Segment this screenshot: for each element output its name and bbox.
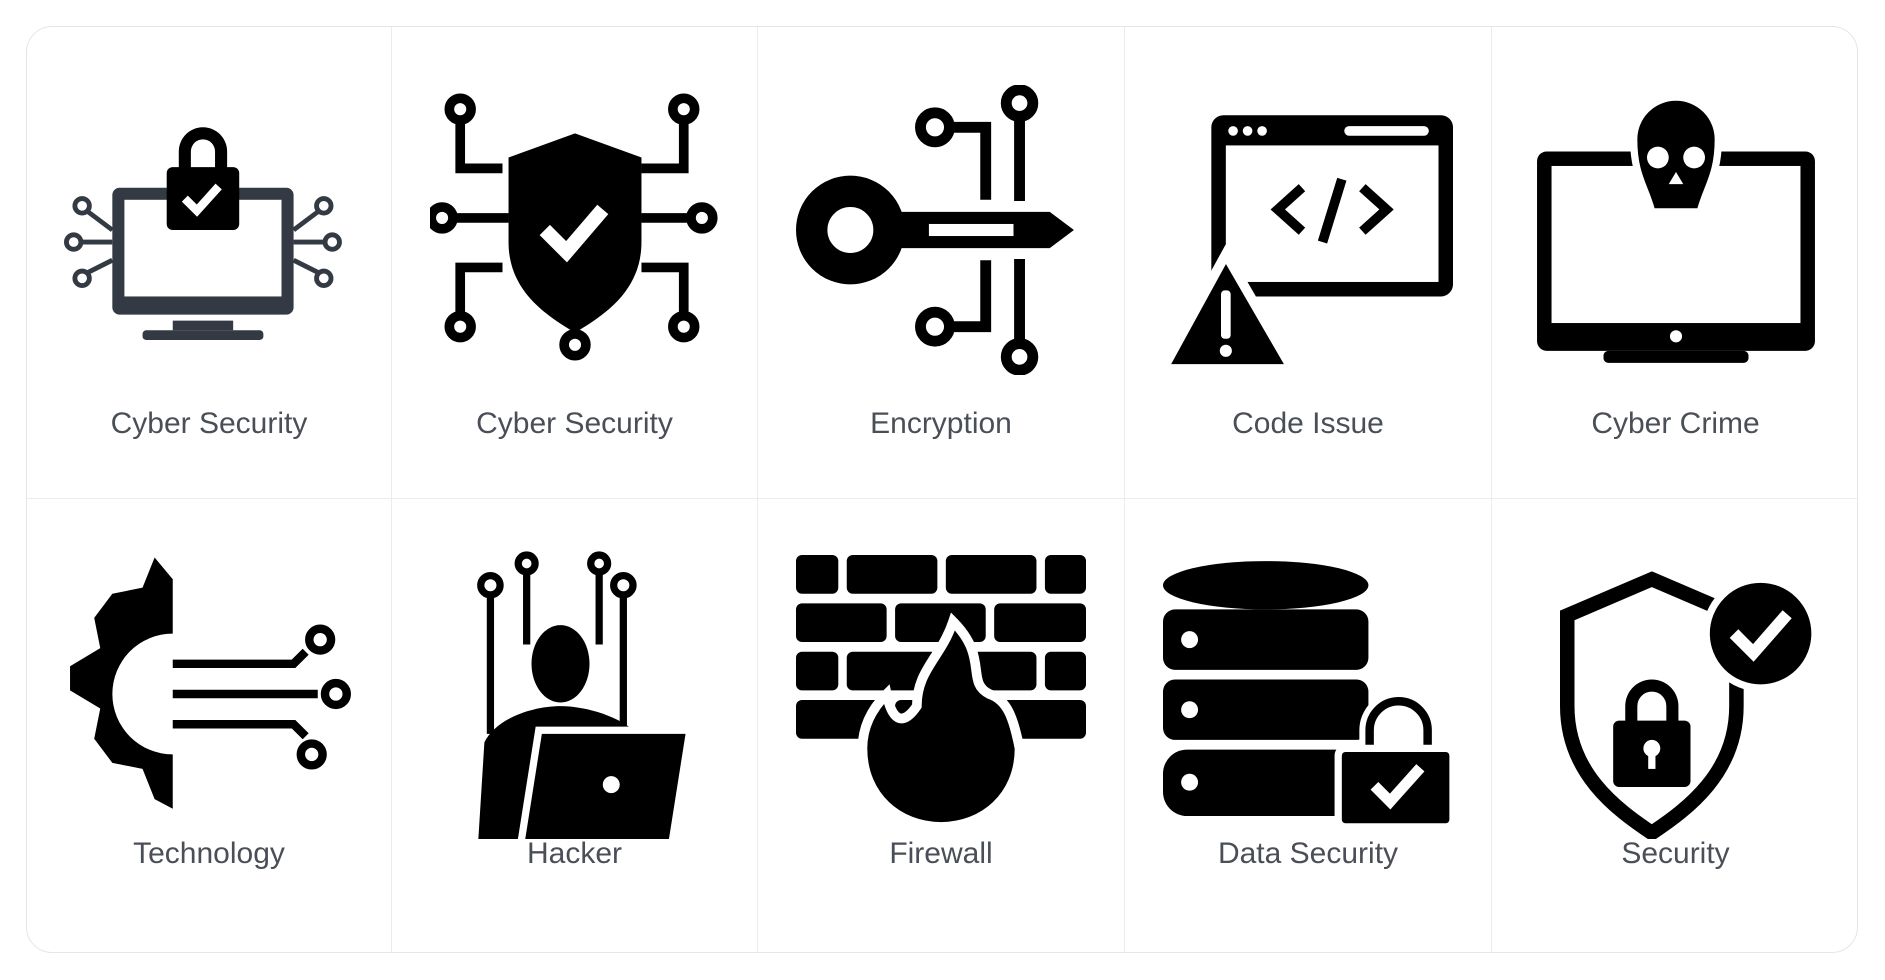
database-lock-icon [1163, 561, 1453, 831]
icon-tile-code-issue: Code Issue [1125, 27, 1492, 499]
icon-label: Data Security [1217, 837, 1399, 870]
icon-label: Technology [133, 837, 285, 870]
icon-tile-data-security: Data Security [1125, 499, 1492, 952]
icon-label: Encryption [870, 407, 1012, 440]
icon-label: Cyber Crime [1591, 407, 1760, 440]
browser-code-warning-icon [1163, 115, 1453, 374]
icon-label: Cyber Security [476, 407, 673, 440]
icon-tile-hacker: Hacker [392, 499, 758, 952]
hacker-laptop-icon [476, 551, 694, 839]
shield-lock-check-icon [1559, 571, 1819, 839]
icon-label: Firewall [889, 837, 993, 870]
key-circuit-icon [796, 85, 1074, 375]
icon-label: Cyber Security [110, 407, 308, 440]
shield-check-circuit-icon [429, 93, 718, 361]
brick-wall-fire-icon [796, 555, 1086, 832]
monitor-lock-circuit-icon [64, 127, 342, 340]
icon-tile-security: Security [1492, 499, 1857, 952]
icon-tile-cyber-crime: Cyber Crime [1492, 27, 1857, 499]
icon-grid: Cyber Security Cyber Security Encryption… [26, 26, 1858, 953]
icon-tile-cyber-security: Cyber Security [392, 27, 758, 499]
icon-label: Code Issue [1232, 407, 1384, 440]
icon-tile-cyber-security: Cyber Security [27, 27, 392, 499]
icon-tile-technology: Technology [27, 499, 392, 952]
icon-tile-encryption: Encryption [758, 27, 1125, 499]
icon-label: Security [1621, 837, 1730, 870]
icon-tile-firewall: Firewall [758, 499, 1125, 952]
gear-circuit-icon [70, 557, 351, 809]
monitor-skull-icon [1536, 93, 1815, 363]
icon-label: Hacker [526, 837, 623, 870]
